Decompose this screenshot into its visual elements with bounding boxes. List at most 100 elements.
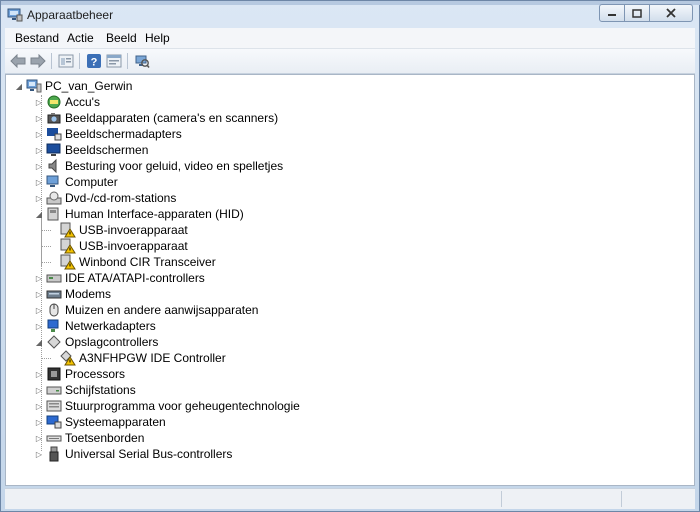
- category-label: Besturing voor geluid, video en spelletj…: [65, 159, 284, 173]
- category-beeldschermen[interactable]: ▷ Beeldschermen: [34, 142, 148, 158]
- category-ide[interactable]: ▷ IDE ATA/ATAPI-controllers: [34, 270, 205, 286]
- properties-button[interactable]: [57, 52, 75, 70]
- window-controls: [599, 4, 693, 24]
- collapse-arrow-icon[interactable]: ◢: [14, 81, 24, 91]
- show-hide-icon: [106, 54, 122, 68]
- category-modems[interactable]: ▷ Modems: [34, 286, 111, 302]
- category-accus[interactable]: ▷ Accu's: [34, 94, 100, 110]
- expand-arrow-icon[interactable]: ▷: [34, 177, 44, 187]
- storage-warning-icon: [60, 350, 76, 366]
- tree-root[interactable]: ◢ PC_van_Gerwin: [14, 78, 132, 94]
- category-systeemapparaten[interactable]: ▷ Systeemapparaten: [34, 414, 166, 430]
- category-usb[interactable]: ▷ Universal Serial Bus-controllers: [34, 446, 232, 462]
- battery-icon: [47, 95, 61, 109]
- category-beeldapparaten[interactable]: ▷ Beeldapparaten (camera's en scanners): [34, 110, 278, 126]
- expand-arrow-icon[interactable]: ▷: [34, 145, 44, 155]
- device-winbond-cir[interactable]: Winbond CIR Transceiver: [58, 254, 216, 270]
- category-processors[interactable]: ▷ Processors: [34, 366, 125, 382]
- expand-arrow-icon[interactable]: ▷: [34, 305, 44, 315]
- network-adapter-icon: [47, 319, 59, 332]
- menu-bestand[interactable]: Bestand: [15, 31, 59, 45]
- back-button[interactable]: [9, 52, 27, 70]
- toolbar: ?: [5, 49, 695, 74]
- expand-arrow-icon[interactable]: ▷: [34, 97, 44, 107]
- computer-icon: [46, 175, 59, 187]
- device-a3nfhpgw-ide[interactable]: A3NFHPGW IDE Controller: [58, 350, 226, 366]
- hid-warning-icon: [60, 238, 76, 254]
- hid-icon: [47, 207, 59, 221]
- tree-guide-line: [41, 218, 42, 266]
- minimize-button[interactable]: [599, 4, 625, 22]
- status-separator: [621, 491, 622, 507]
- ide-controller-icon: [46, 274, 62, 283]
- expand-arrow-icon[interactable]: ▷: [34, 321, 44, 331]
- disk-drive-icon: [46, 386, 62, 395]
- menu-help[interactable]: Help: [145, 31, 170, 45]
- dvd-drive-icon: [46, 191, 62, 205]
- help-button[interactable]: ?: [85, 52, 103, 70]
- hid-warning-icon: [60, 222, 76, 238]
- expand-arrow-icon[interactable]: ▷: [34, 193, 44, 203]
- category-hid[interactable]: ◢ Human Interface-apparaten (HID): [34, 206, 244, 222]
- category-toetsenborden[interactable]: ▷ Toetsenborden: [34, 430, 144, 446]
- category-computer[interactable]: ▷ Computer: [34, 174, 118, 190]
- expand-arrow-icon[interactable]: ▷: [34, 289, 44, 299]
- collapse-arrow-icon[interactable]: ◢: [34, 337, 44, 347]
- expand-arrow-icon[interactable]: ▷: [34, 449, 44, 459]
- category-label: Processors: [65, 367, 126, 381]
- collapse-arrow-icon[interactable]: ◢: [34, 209, 44, 219]
- forward-button[interactable]: [29, 52, 47, 70]
- category-netwerkadapters[interactable]: ▷ Netwerkadapters: [34, 318, 156, 334]
- category-beeldschermadapters[interactable]: ▷ Beeldschermadapters: [34, 126, 182, 142]
- category-muizen[interactable]: ▷ Muizen en andere aanwijsapparaten: [34, 302, 259, 318]
- category-label: Opslagcontrollers: [65, 335, 159, 349]
- menu-bar: Bestand Actie Beeld Help: [5, 28, 695, 49]
- scan-hardware-button[interactable]: [133, 52, 151, 70]
- category-label: Computer: [65, 175, 118, 189]
- maximize-button[interactable]: [624, 4, 650, 22]
- hid-warning-icon: [60, 254, 76, 270]
- menu-actie[interactable]: Actie: [67, 31, 94, 45]
- expand-arrow-icon[interactable]: ▷: [34, 369, 44, 379]
- expand-arrow-icon[interactable]: ▷: [34, 401, 44, 411]
- device-manager-window: Apparaatbeheer Bestand Actie Beeld Help: [0, 0, 700, 512]
- expand-arrow-icon[interactable]: ▷: [34, 113, 44, 123]
- close-button[interactable]: [649, 4, 693, 22]
- toolbar-separator: [51, 53, 52, 69]
- expand-arrow-icon[interactable]: ▷: [34, 129, 44, 139]
- toolbar-separator: [79, 53, 80, 69]
- device-tree[interactable]: ◢ PC_van_Gerwin ▷ Accu's ▷ Beeldapparate…: [5, 74, 695, 486]
- category-dvd[interactable]: ▷ Dvd-/cd-rom-stations: [34, 190, 176, 206]
- show-hide-button[interactable]: [105, 52, 123, 70]
- device-usb-invoer-1[interactable]: USB-invoerapparaat: [58, 222, 188, 238]
- device-usb-invoer-2[interactable]: USB-invoerapparaat: [58, 238, 188, 254]
- expand-arrow-icon[interactable]: ▷: [34, 417, 44, 427]
- category-label: Netwerkadapters: [65, 319, 156, 333]
- device-manager-icon: [7, 8, 23, 22]
- menu-beeld[interactable]: Beeld: [106, 31, 137, 45]
- device-label: USB-invoerapparaat: [79, 223, 188, 237]
- category-opslagcontrollers[interactable]: ◢ Opslagcontrollers: [34, 334, 158, 350]
- status-separator: [501, 491, 502, 507]
- category-schijfstations[interactable]: ▷ Schijfstations: [34, 382, 136, 398]
- maximize-icon: [632, 8, 642, 18]
- expand-arrow-icon[interactable]: ▷: [34, 273, 44, 283]
- processor-icon: [47, 367, 61, 381]
- properties-icon: [58, 54, 74, 68]
- title-bar[interactable]: Apparaatbeheer: [1, 3, 699, 27]
- expand-arrow-icon[interactable]: ▷: [34, 433, 44, 443]
- tree-branch-line: [41, 246, 51, 247]
- expand-arrow-icon[interactable]: ▷: [34, 161, 44, 171]
- category-besturing-geluid[interactable]: ▷ Besturing voor geluid, video en spelle…: [34, 158, 283, 174]
- back-arrow-icon: [10, 54, 26, 68]
- category-label: Schijfstations: [65, 383, 136, 397]
- device-label: USB-invoerapparaat: [79, 239, 188, 253]
- category-label: Beeldapparaten (camera's en scanners): [65, 111, 279, 125]
- forward-arrow-icon: [30, 54, 46, 68]
- expand-arrow-icon[interactable]: ▷: [34, 385, 44, 395]
- window-title: Apparaatbeheer: [27, 8, 114, 22]
- close-icon: [666, 8, 676, 18]
- category-label: Toetsenborden: [65, 431, 145, 445]
- storage-controller-icon: [47, 335, 61, 349]
- category-stuurprogramma[interactable]: ▷ Stuurprogramma voor geheugentechnologi…: [34, 398, 300, 414]
